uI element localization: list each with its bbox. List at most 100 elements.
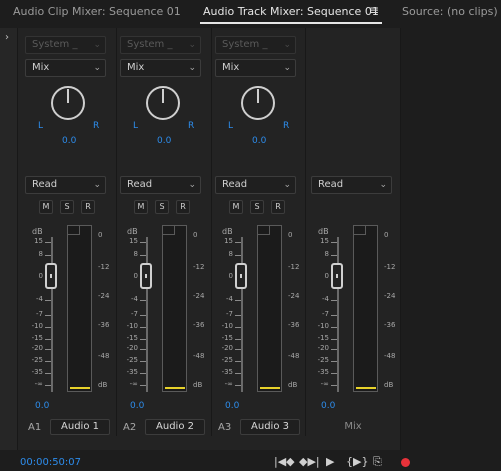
track-3-pan-value[interactable]: 0.0 xyxy=(252,136,266,146)
track-1-input-dropdown[interactable]: System _ ⌄ xyxy=(25,36,106,54)
input-label: System _ xyxy=(222,39,268,50)
track-1-fader-handle[interactable] xyxy=(45,263,57,289)
tab-audio-track-mixer[interactable]: Audio Track Mixer: Sequence 01 xyxy=(203,5,379,18)
loop-playback-icon[interactable]: ⎘ xyxy=(373,455,382,469)
record-icon[interactable] xyxy=(401,458,410,467)
tab-bar: Audio Clip Mixer: Sequence 01 Audio Trac… xyxy=(0,0,501,28)
track-2-automation-dropdown[interactable]: Read ⌄ xyxy=(120,176,201,194)
fader-scale-label: -20 xyxy=(317,344,329,352)
fader-scale-label: -20 xyxy=(31,344,43,352)
track-2-record-button[interactable]: R xyxy=(176,200,190,214)
fader-scale-label: -15 xyxy=(221,334,233,342)
active-tab-underline xyxy=(200,22,382,24)
track-1-mix-dropdown[interactable]: Mix ⌄ xyxy=(25,59,106,77)
fader-track xyxy=(241,237,243,392)
track-2-volume-value[interactable]: 0.0 xyxy=(130,401,144,411)
meter-scale-label: -24 xyxy=(384,292,396,300)
master-fader-handle[interactable] xyxy=(331,263,343,289)
track-3-input-dropdown[interactable]: System _ ⌄ xyxy=(215,36,296,54)
track-3-automation-dropdown[interactable]: Read ⌄ xyxy=(215,176,296,194)
fader-scale-label: 15 xyxy=(320,237,329,245)
master-meter xyxy=(353,225,378,392)
track-2-solo-button[interactable]: S xyxy=(155,200,169,214)
track-2-name-field[interactable]: Audio 2 xyxy=(145,419,205,435)
loop-icon[interactable]: {▶} xyxy=(346,455,368,468)
track-1-volume-value[interactable]: 0.0 xyxy=(35,401,49,411)
track-3-solo-button[interactable]: S xyxy=(250,200,264,214)
fader-scale-label: 15 xyxy=(129,237,138,245)
meter-peak-indicator[interactable] xyxy=(163,226,175,235)
fader-scale-label: -25 xyxy=(221,356,233,364)
track-2-mix-dropdown[interactable]: Mix ⌄ xyxy=(120,59,201,77)
fader-scale-label: -∞ xyxy=(129,380,138,388)
play-icon[interactable]: ▶ xyxy=(326,455,334,468)
track-1-record-button[interactable]: R xyxy=(81,200,95,214)
pan-left-label: L xyxy=(133,121,139,131)
track-3-id: A3 xyxy=(218,422,232,433)
track-1-name-field[interactable]: Audio 1 xyxy=(50,419,110,435)
track-2-fader-handle[interactable] xyxy=(140,263,152,289)
track-2-mute-button[interactable]: M xyxy=(134,200,148,214)
pan-left-label: L xyxy=(38,121,44,131)
column-divider xyxy=(211,28,212,436)
track-1-pan-value[interactable]: 0.0 xyxy=(62,136,76,146)
mix-label: Mix xyxy=(127,62,145,73)
chevron-right-icon[interactable]: › xyxy=(5,32,9,43)
meter-scale-label: -36 xyxy=(384,321,396,329)
track-1-solo-button[interactable]: S xyxy=(60,200,74,214)
track-1-id: A1 xyxy=(28,422,42,433)
meter-peak-indicator[interactable] xyxy=(68,226,80,235)
track-3-volume-value[interactable]: 0.0 xyxy=(225,401,239,411)
fader-db-label: dB xyxy=(318,227,329,236)
meter-scale-label: -12 xyxy=(98,263,110,271)
master-automation-dropdown[interactable]: Read ⌄ xyxy=(311,176,392,194)
fader-scale-label: -35 xyxy=(221,368,233,376)
input-label: System _ xyxy=(127,39,173,50)
fader-scale-label: 0 xyxy=(133,272,138,280)
chevron-down-icon: ⌄ xyxy=(188,63,196,73)
meter-peak-indicator[interactable] xyxy=(354,226,366,235)
hamburger-icon[interactable]: ≡ xyxy=(369,3,379,17)
meter-scale-label: 0 xyxy=(288,231,293,239)
fader-scale-label: 15 xyxy=(224,237,233,245)
track-3-record-button[interactable]: R xyxy=(271,200,285,214)
track-2-id: A2 xyxy=(123,422,137,433)
track-2-pan-value[interactable]: 0.0 xyxy=(157,136,171,146)
collapse-button[interactable]: › xyxy=(0,28,18,450)
fader-scale-label: -10 xyxy=(126,322,138,330)
fader-scale-label: 8 xyxy=(324,250,329,258)
automation-label: Read xyxy=(318,179,344,190)
fader-db-label: dB xyxy=(222,227,233,236)
track-2-input-dropdown[interactable]: System _ ⌄ xyxy=(120,36,201,54)
track-3-name-field[interactable]: Audio 3 xyxy=(240,419,300,435)
track-1-mute-button[interactable]: M xyxy=(39,200,53,214)
tab-source[interactable]: Source: (no clips) xyxy=(402,5,498,18)
track-1-automation-dropdown[interactable]: Read ⌄ xyxy=(25,176,106,194)
pan-right-label: R xyxy=(93,121,100,131)
timecode[interactable]: 00:00:50:07 xyxy=(20,457,81,468)
track-1-pan-knob[interactable] xyxy=(51,86,85,120)
track-3-mute-button[interactable]: M xyxy=(229,200,243,214)
fader-scale-label: -15 xyxy=(31,334,43,342)
go-to-out-icon[interactable]: ◆▶| xyxy=(299,455,320,468)
tab-audio-clip-mixer[interactable]: Audio Clip Mixer: Sequence 01 xyxy=(13,5,181,18)
meter-scale-label: -48 xyxy=(288,352,300,360)
fader-scale-label: -25 xyxy=(126,356,138,364)
track-2-pan-knob[interactable] xyxy=(146,86,180,120)
meter-scale-label: -48 xyxy=(98,352,110,360)
meter-scale-label: -48 xyxy=(384,352,396,360)
fader-scale-label: 0 xyxy=(228,272,233,280)
chevron-down-icon: ⌄ xyxy=(283,63,291,73)
track-3-fader-handle[interactable] xyxy=(235,263,247,289)
fader-scale-label: -15 xyxy=(126,334,138,342)
fader-scale-label: -10 xyxy=(317,322,329,330)
track-3-mix-dropdown[interactable]: Mix ⌄ xyxy=(215,59,296,77)
track-3-pan-knob[interactable] xyxy=(241,86,275,120)
transport-bar: 00:00:50:07 |◀◆ ◆▶| ▶ {▶} ⎘ xyxy=(0,450,501,471)
fader-scale-label: -∞ xyxy=(224,380,233,388)
go-to-in-icon[interactable]: |◀◆ xyxy=(274,455,295,468)
fader-scale-label: -4 xyxy=(322,295,329,303)
meter-peak-indicator[interactable] xyxy=(258,226,270,235)
empty-area xyxy=(400,28,501,450)
master-volume-value[interactable]: 0.0 xyxy=(321,401,335,411)
